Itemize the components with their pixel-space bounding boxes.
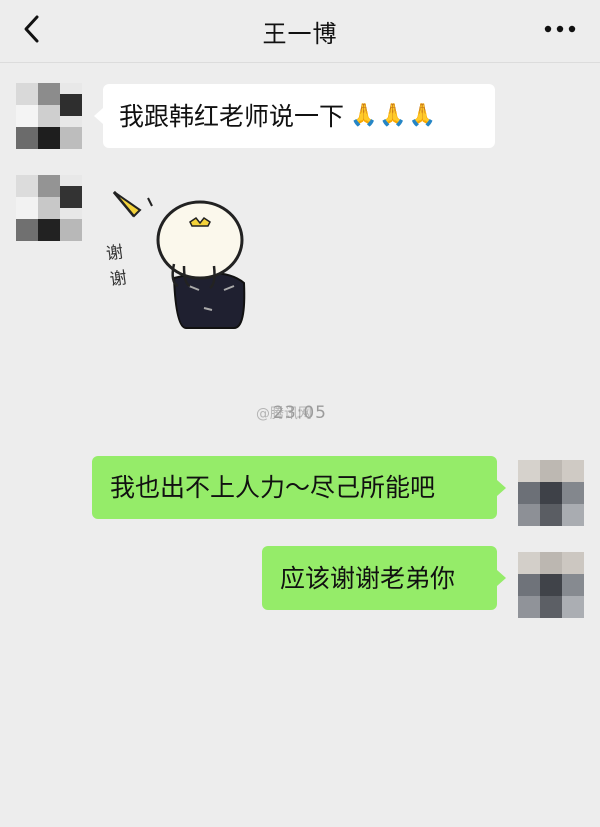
- my-avatar[interactable]: [518, 460, 584, 526]
- ellipsis-icon: [544, 25, 576, 33]
- message-bubble-received[interactable]: 我跟韩红老师说一下 🙏🙏🙏: [94, 84, 495, 148]
- my-avatar[interactable]: [518, 552, 584, 618]
- chat-header: 王一博: [0, 0, 600, 63]
- contact-avatar[interactable]: [16, 83, 82, 149]
- folded-hands-emoji: 🙏🙏🙏: [350, 103, 439, 128]
- message-bubble-sent[interactable]: 我也出不上人力～尽己所能吧: [92, 456, 506, 519]
- thanks-sticker[interactable]: 谢谢: [104, 178, 264, 338]
- message-text: 我跟韩红老师说一下: [119, 101, 345, 131]
- watermark-text: @腾讯网: [256, 406, 312, 422]
- message-bubble-sent[interactable]: 应该谢谢老弟你: [262, 546, 506, 610]
- more-options-button[interactable]: [540, 18, 580, 40]
- message-text: 应该谢谢老弟你: [280, 563, 456, 593]
- message-text: 我也出不上人力～尽己所能吧: [110, 473, 436, 502]
- contact-avatar[interactable]: [16, 175, 82, 241]
- chat-title: 王一博: [262, 20, 338, 48]
